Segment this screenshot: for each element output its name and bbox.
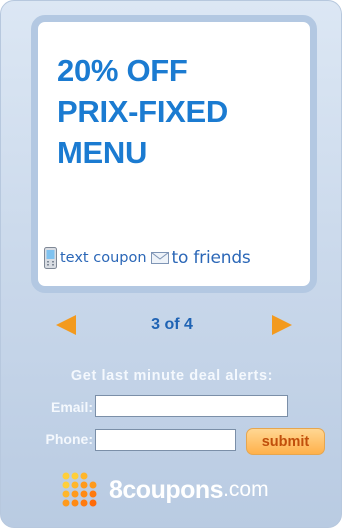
- dot-grid-logo-icon: [62, 472, 97, 507]
- coupon-pager: 3 of 4: [1, 307, 342, 343]
- mobile-phone-icon: [44, 247, 57, 269]
- next-arrow-icon[interactable]: [271, 314, 293, 336]
- email-label: Email:: [50, 399, 93, 415]
- submit-button[interactable]: submit: [246, 428, 325, 455]
- phone-field[interactable]: [95, 429, 236, 451]
- brand-logo[interactable]: 8coupons .com: [61, 470, 269, 510]
- headline-line-2: PRIX-FIXED: [57, 94, 228, 129]
- brand-suffix: .com: [223, 478, 269, 501]
- coupon-card[interactable]: 20% OFF PRIX-FIXED MENU text coupon to f…: [31, 15, 317, 293]
- envelope-icon[interactable]: [150, 252, 169, 264]
- phone-label: Phone:: [45, 431, 93, 447]
- offer-headline: 20% OFF PRIX-FIXED MENU: [57, 50, 228, 173]
- brand-name: 8coupons: [109, 475, 224, 504]
- headline-line-3: MENU: [57, 135, 148, 170]
- headline-line-1: 20% OFF: [57, 53, 188, 88]
- text-coupon-link[interactable]: text coupon: [60, 250, 147, 266]
- email-field[interactable]: [95, 395, 288, 417]
- coupon-widget: 20% OFF PRIX-FIXED MENU text coupon to f…: [0, 0, 342, 528]
- share-row: text coupon to friends: [44, 247, 251, 269]
- alerts-title: Get last minute deal alerts:: [70, 368, 274, 384]
- to-friends-link[interactable]: to friends: [172, 248, 251, 268]
